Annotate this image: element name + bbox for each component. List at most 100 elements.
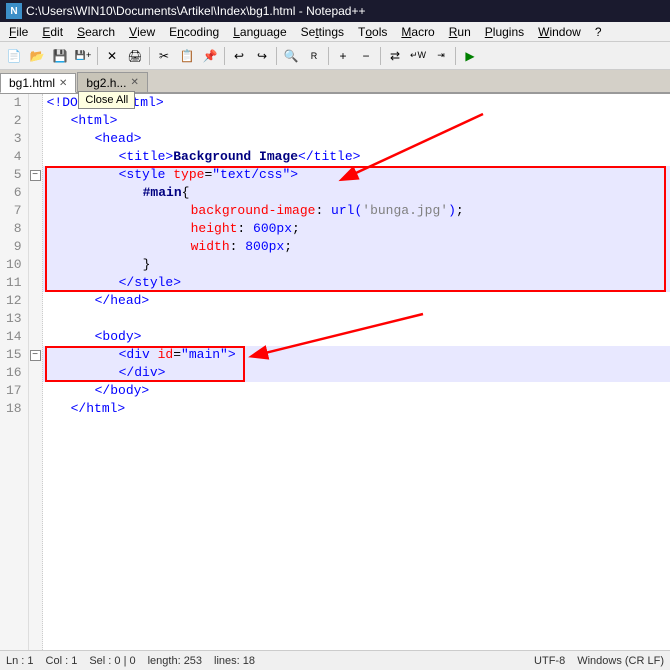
- status-sel: Sel : 0 | 0: [89, 655, 135, 667]
- editor-wrapper: 1 2 3 4 5 6 7 8 9 10 11 12 13 14 15 16 1…: [0, 94, 670, 670]
- tab-bg1[interactable]: bg1.html ✕: [0, 73, 76, 93]
- fold-13: [29, 310, 42, 328]
- replace-button[interactable]: R: [303, 45, 325, 67]
- fold-16: [29, 364, 42, 382]
- save-button[interactable]: 💾: [49, 45, 71, 67]
- code-line-15: <div id="main">: [43, 346, 670, 364]
- fold-5[interactable]: −: [29, 166, 42, 184]
- open-button[interactable]: 📂: [26, 45, 48, 67]
- status-lines: lines: 18: [214, 655, 255, 667]
- menu-search[interactable]: Search: [70, 22, 122, 41]
- fold-marker-5[interactable]: −: [30, 170, 41, 181]
- status-type: Windows (CR LF): [577, 655, 664, 667]
- undo-button[interactable]: ↩: [228, 45, 250, 67]
- fold-column: − −: [29, 94, 43, 670]
- print-button[interactable]: 🖨: [124, 45, 146, 67]
- menu-window[interactable]: Window: [531, 22, 588, 41]
- ln-18: 18: [6, 400, 22, 418]
- toolbar-sep-1: [97, 47, 98, 65]
- copy-button[interactable]: 📋: [176, 45, 198, 67]
- code-line-1: <!DOCTYPE html>: [43, 94, 670, 112]
- fold-3: [29, 130, 42, 148]
- menu-macro[interactable]: Macro: [394, 22, 441, 41]
- tab-bg2[interactable]: bg2.h... ✕ Close All: [77, 72, 147, 92]
- cut-button[interactable]: ✂: [153, 45, 175, 67]
- ln-15: 15: [6, 346, 22, 364]
- tab-bg2-close[interactable]: ✕: [130, 77, 138, 88]
- save-all-button[interactable]: 💾+: [72, 45, 94, 67]
- ln-1: 1: [6, 94, 22, 112]
- toolbar-sep-6: [380, 47, 381, 65]
- ln-14: 14: [6, 328, 22, 346]
- menu-settings[interactable]: Settings: [294, 22, 351, 41]
- ln-17: 17: [6, 382, 22, 400]
- zoom-out-button[interactable]: −: [355, 45, 377, 67]
- zoom-in-button[interactable]: +: [332, 45, 354, 67]
- toolbar-sep-3: [224, 47, 225, 65]
- code-line-13: [43, 310, 670, 328]
- ln-16: 16: [6, 364, 22, 382]
- menu-tools[interactable]: Tools: [351, 22, 394, 41]
- fold-11: [29, 274, 42, 292]
- code-line-6: #main {: [43, 184, 670, 202]
- fold-9: [29, 238, 42, 256]
- ln-11: 11: [6, 274, 22, 292]
- status-encoding: UTF-8: [534, 655, 565, 667]
- menu-bar: File Edit Search View Encoding Language …: [0, 22, 670, 42]
- menu-edit[interactable]: Edit: [35, 22, 70, 41]
- fold-18: [29, 400, 42, 418]
- close-all-tooltip: Close All: [78, 91, 135, 109]
- tab-bg1-label: bg1.html: [9, 76, 55, 90]
- redo-button[interactable]: ↪: [251, 45, 273, 67]
- title-bar: N C:\Users\WIN10\Documents\Artikel\Index…: [0, 0, 670, 22]
- ln-12: 12: [6, 292, 22, 310]
- fold-2: [29, 112, 42, 130]
- indent-button[interactable]: ⇥: [430, 45, 452, 67]
- status-bar: Ln : 1 Col : 1 Sel : 0 | 0 length: 253 l…: [0, 650, 670, 670]
- code-line-4: <title>Background Image</title>: [43, 148, 670, 166]
- ln-9: 9: [6, 238, 22, 256]
- fold-1: [29, 94, 42, 112]
- menu-file[interactable]: File: [2, 22, 35, 41]
- wrap-button[interactable]: ↵W: [407, 45, 429, 67]
- toolbar-sep-7: [455, 47, 456, 65]
- close-button[interactable]: ✕: [101, 45, 123, 67]
- menu-plugins[interactable]: Plugins: [478, 22, 531, 41]
- find-button[interactable]: 🔍: [280, 45, 302, 67]
- line-numbers: 1 2 3 4 5 6 7 8 9 10 11 12 13 14 15 16 1…: [0, 94, 29, 670]
- code-line-16: </div>: [43, 364, 670, 382]
- ln-6: 6: [6, 184, 22, 202]
- menu-language[interactable]: Language: [226, 22, 293, 41]
- run-file-button[interactable]: ▶: [459, 45, 481, 67]
- code-line-11: </style>: [43, 274, 670, 292]
- code-line-12: </head>: [43, 292, 670, 310]
- ln-3: 3: [6, 130, 22, 148]
- paste-button[interactable]: 📌: [199, 45, 221, 67]
- code-line-9: width: 800px;: [43, 238, 670, 256]
- code-line-3: <head>: [43, 130, 670, 148]
- sync-button[interactable]: ⇄: [384, 45, 406, 67]
- new-button[interactable]: 📄: [3, 45, 25, 67]
- status-ln: Ln : 1: [6, 655, 34, 667]
- toolbar-sep-4: [276, 47, 277, 65]
- code-area[interactable]: <!DOCTYPE html> <html> <head> <title>Bac…: [43, 94, 670, 670]
- fold-17: [29, 382, 42, 400]
- ln-4: 4: [6, 148, 22, 166]
- menu-help[interactable]: ?: [588, 22, 609, 41]
- ln-10: 10: [6, 256, 22, 274]
- fold-14: [29, 328, 42, 346]
- code-line-2: <html>: [43, 112, 670, 130]
- menu-view[interactable]: View: [122, 22, 162, 41]
- ln-8: 8: [6, 220, 22, 238]
- tab-bg1-close[interactable]: ✕: [59, 78, 67, 89]
- fold-marker-15[interactable]: −: [30, 350, 41, 361]
- code-line-18: </html>: [43, 400, 670, 418]
- status-col: Col : 1: [46, 655, 78, 667]
- main-content: 1 2 3 4 5 6 7 8 9 10 11 12 13 14 15 16 1…: [0, 94, 670, 670]
- code-line-10: }: [43, 256, 670, 274]
- menu-encoding[interactable]: Encoding: [162, 22, 226, 41]
- tab-bar: bg1.html ✕ bg2.h... ✕ Close All: [0, 70, 670, 94]
- toolbar-sep-5: [328, 47, 329, 65]
- fold-15[interactable]: −: [29, 346, 42, 364]
- menu-run[interactable]: Run: [442, 22, 478, 41]
